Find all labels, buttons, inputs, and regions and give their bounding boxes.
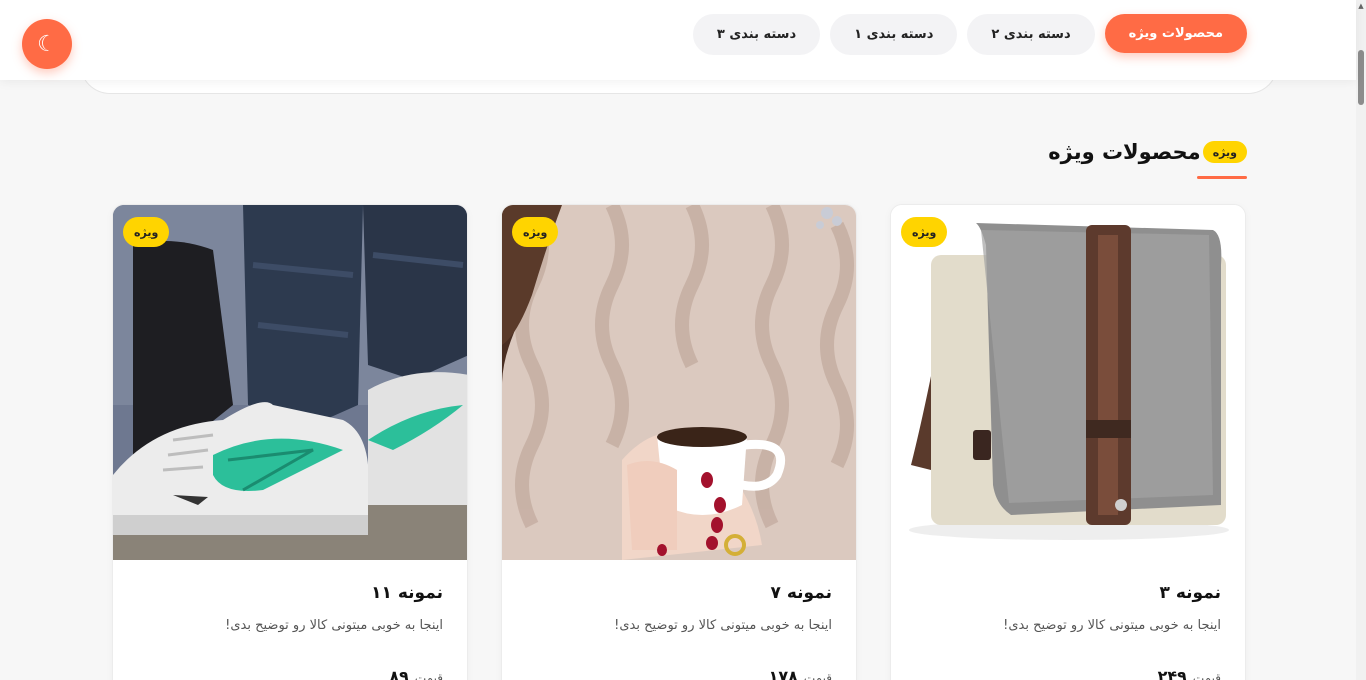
theme-toggle-button[interactable]: ☾	[22, 19, 72, 69]
scroll-up-arrow-icon[interactable]: ▲	[1357, 2, 1365, 10]
product-price: قیمت ۱۷۸	[769, 667, 832, 680]
price-label: قیمت	[803, 671, 832, 680]
section-title-underline	[1197, 176, 1247, 179]
sneakers-image	[113, 205, 467, 560]
scrollbar-thumb[interactable]	[1358, 50, 1364, 105]
featured-badge: ویژه	[512, 217, 559, 247]
product-title[interactable]: نمونه ۷	[771, 583, 832, 603]
featured-badge: ویژه	[123, 217, 170, 247]
product-title[interactable]: نمونه ۳	[1160, 583, 1221, 603]
tab-featured-products[interactable]: محصولات ویژه	[1104, 14, 1247, 53]
product-price: قیمت ۸۹	[389, 667, 443, 680]
price-value: ۲۴۹	[1157, 667, 1187, 680]
page-scrollbar[interactable]: ▲	[1356, 0, 1366, 680]
category-tabs: محصولات ویژه دسته بندی ۲ دسته بندی ۱ دست…	[692, 14, 1247, 55]
tab-category-2[interactable]: دسته بندی ۲	[967, 14, 1095, 55]
product-card[interactable]: ویژه نمونه ۷ اینجا به خوبی میتونی کالا ر…	[501, 204, 857, 680]
sweater-coffee-cup-image	[502, 205, 856, 560]
product-title[interactable]: نمونه ۱۱	[371, 583, 443, 603]
section-title: محصولات ویژه	[1048, 140, 1201, 164]
product-card[interactable]: ویژه نمونه ۱۱ اینجا به خوبی میتونی کالا …	[112, 204, 468, 680]
section-header: محصولات ویژه ویژه	[1048, 140, 1247, 164]
crescent-moon-icon: ☾	[37, 31, 57, 57]
featured-badge: ویژه	[901, 217, 948, 247]
product-description: اینجا به خوبی میتونی کالا رو توضیح بدی!	[1003, 618, 1221, 633]
price-value: ۱۷۸	[768, 667, 798, 680]
price-label: قیمت	[414, 671, 443, 680]
price-label: قیمت	[1192, 671, 1221, 680]
product-description: اینجا به خوبی میتونی کالا رو توضیح بدی!	[225, 618, 443, 633]
product-description: اینجا به خوبی میتونی کالا رو توضیح بدی!	[614, 618, 832, 633]
product-price: قیمت ۲۴۹	[1158, 667, 1221, 680]
price-value: ۸۹	[389, 667, 409, 680]
shoulder-bag-image	[891, 205, 1245, 560]
product-card[interactable]: ویژه نمونه ۳ اینجا به خوبی میتونی کالا ر…	[890, 204, 1246, 680]
tab-category-1[interactable]: دسته بندی ۱	[830, 14, 958, 55]
tab-category-3[interactable]: دسته بندی ۳	[692, 14, 821, 55]
section-badge: ویژه	[1202, 141, 1247, 163]
